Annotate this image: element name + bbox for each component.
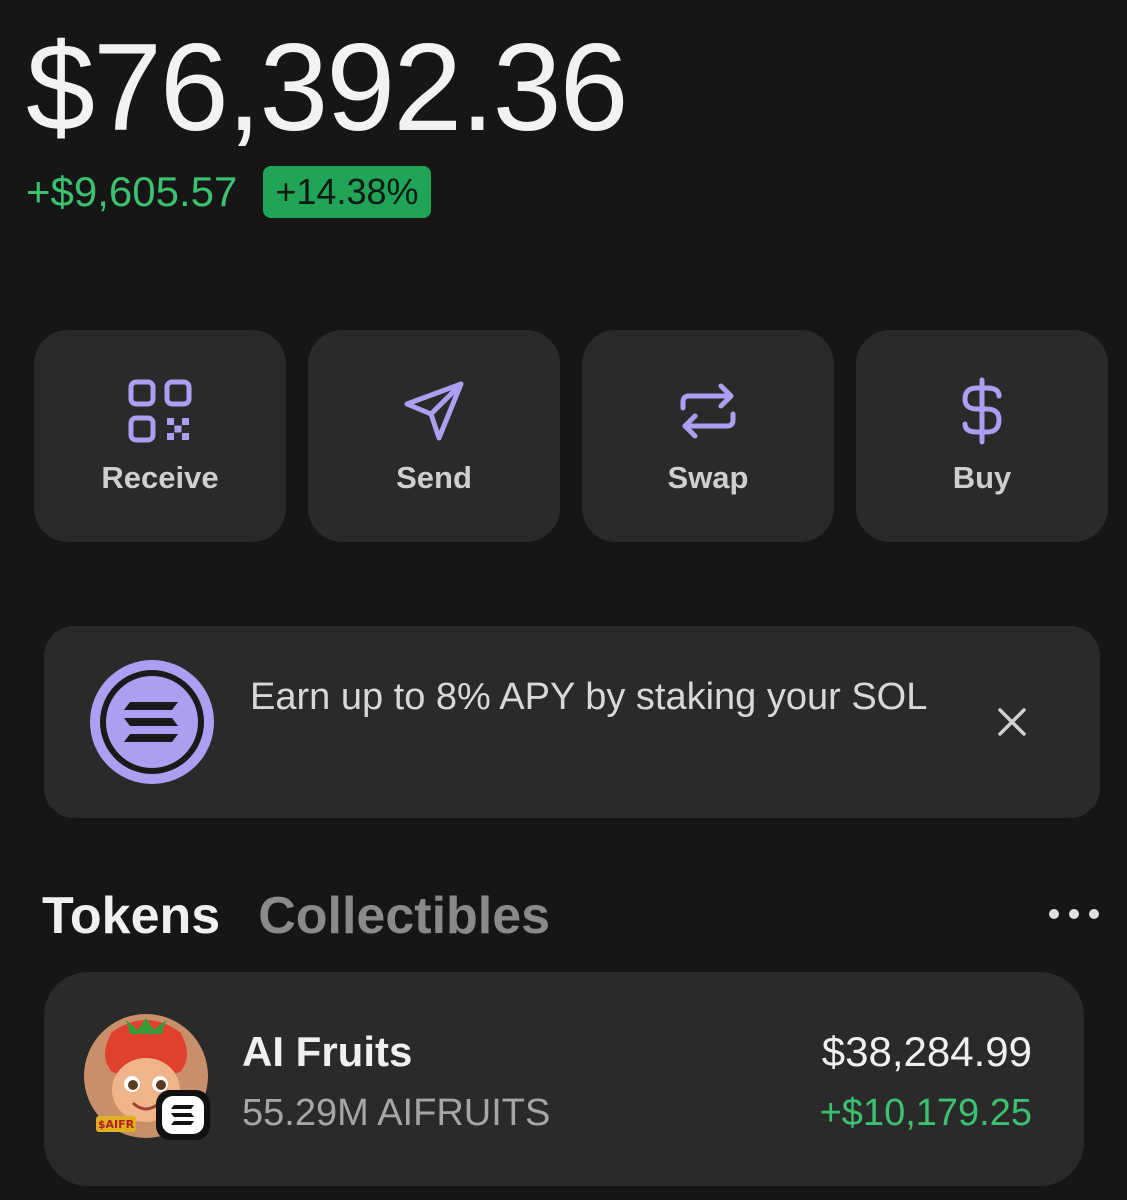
send-label: Send <box>396 460 472 495</box>
balance-change-row: +$9,605.57 +14.38% <box>26 166 431 218</box>
token-name: AI Fruits <box>242 1028 413 1075</box>
buy-button[interactable]: Buy <box>856 330 1108 542</box>
token-amount: 55.29M AIFRUITS <box>242 1092 551 1134</box>
dollar-icon <box>962 377 1002 445</box>
token-row-ai-fruits[interactable]: $AIFR AI Fruits 55.29M AIFRUITS $38,284.… <box>44 972 1084 1186</box>
send-icon <box>404 381 464 441</box>
portfolio-balance: $76,392.36 <box>26 19 629 157</box>
solana-badge-icon <box>171 1105 194 1125</box>
balance-change-amount: +$9,605.57 <box>26 168 238 215</box>
close-icon[interactable] <box>992 702 1032 742</box>
more-dots-icon[interactable] <box>1046 900 1102 928</box>
action-buttons: Receive Send Swap Buy <box>34 330 1108 542</box>
qr-code-icon <box>128 379 192 443</box>
receive-label: Receive <box>101 460 219 495</box>
promo-text: Earn up to 8% APY by staking your SOL <box>250 676 928 718</box>
tab-collectibles[interactable]: Collectibles <box>258 884 550 948</box>
swap-icon <box>680 383 736 439</box>
swap-button[interactable]: Swap <box>582 330 834 542</box>
staking-promo-banner[interactable]: Earn up to 8% APY by staking your SOL <box>44 626 1100 818</box>
avatar-logo-text: $AIFR <box>98 1118 135 1131</box>
buy-label: Buy <box>952 460 1012 495</box>
token-value: $38,284.99 <box>821 1028 1032 1075</box>
balance-change-badge: +14.38% <box>263 166 431 218</box>
token-change: +$10,179.25 <box>819 1092 1032 1134</box>
receive-button[interactable]: Receive <box>34 330 286 542</box>
send-button[interactable]: Send <box>308 330 560 542</box>
asset-tabs: Tokens Collectibles <box>42 884 550 948</box>
solana-logo-icon <box>90 660 214 784</box>
strawberry-avatar-icon: $AIFR <box>84 1014 210 1140</box>
tab-tokens[interactable]: Tokens <box>42 884 220 948</box>
swap-label: Swap <box>667 460 749 495</box>
